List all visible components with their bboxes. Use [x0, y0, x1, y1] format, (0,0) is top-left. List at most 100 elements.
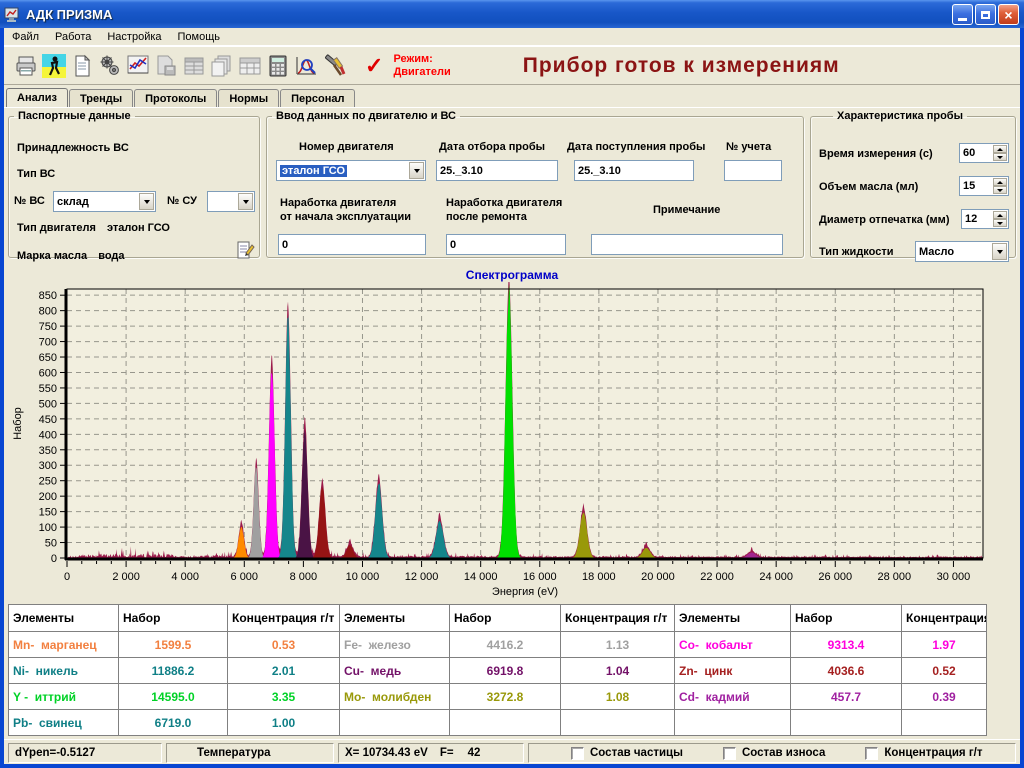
particle-composition-checkbox[interactable]: Состав частицы [571, 747, 683, 760]
spectrum-zoom-icon[interactable] [292, 52, 319, 79]
measure-time-stepper[interactable]: 60 [959, 143, 1009, 163]
element-cell: Co- кобальт [675, 632, 790, 657]
new-document-icon[interactable] [68, 52, 95, 79]
edit-note-icon[interactable] [235, 240, 255, 265]
minimize-button[interactable] [952, 4, 973, 25]
spot-diameter-value: 12 [965, 213, 977, 225]
close-button[interactable]: × [998, 4, 1019, 25]
svg-text:22 000: 22 000 [700, 571, 734, 583]
spot-diameter-stepper[interactable]: 12 [961, 209, 1009, 229]
particle-composition-label: Состав частицы [590, 747, 683, 759]
status-options-panel: Состав частицы Состав износа Концентраци… [528, 743, 1016, 763]
concentration-cell: 2.01 [228, 658, 339, 683]
element-cell: Fe- железо [340, 632, 449, 657]
engine-number-combobox[interactable]: эталон ГСО [276, 160, 426, 181]
engine-type-row: Тип двигателя эталон ГСО [17, 222, 170, 234]
report-window-icon[interactable] [180, 52, 207, 79]
checkbox-icon[interactable] [571, 747, 584, 760]
results-column-header: Концентрация г/т [561, 605, 674, 631]
num-su-label: № СУ [167, 195, 197, 207]
results-column-header: Элементы [340, 605, 449, 631]
liquid-type-combobox[interactable]: Масло [915, 241, 1009, 262]
save-report-icon[interactable] [152, 52, 179, 79]
calculator-icon[interactable] [264, 52, 291, 79]
date-receive-input[interactable]: 25._3.10 [574, 160, 694, 181]
note-label: Примечание [653, 204, 720, 216]
num-vs-label: № ВС [14, 195, 45, 207]
chevron-down-icon[interactable] [409, 162, 424, 179]
copies-icon[interactable] [208, 52, 235, 79]
spin-down-icon[interactable] [993, 219, 1007, 227]
status-param-panel: dYpen=-0.5127 [8, 743, 162, 763]
num-su-combobox[interactable] [207, 191, 255, 212]
menu-settings[interactable]: Настройка [99, 30, 169, 44]
spin-down-icon[interactable] [993, 153, 1007, 161]
menu-work[interactable]: Работа [47, 30, 99, 44]
spin-up-icon[interactable] [993, 178, 1007, 186]
menu-file[interactable]: Файл [4, 30, 47, 44]
hours-repair-input[interactable]: 0 [446, 234, 566, 255]
concentration-cell: 1.97 [902, 632, 986, 657]
checkbox-icon[interactable] [723, 747, 736, 760]
hours-total-value: 0 [282, 239, 288, 251]
mode-value: Двигатели [393, 66, 450, 79]
chevron-down-icon[interactable] [238, 193, 253, 210]
hours-repair-label-line1: Наработка двигателя [446, 197, 562, 209]
results-column-header: Концентрация г/т [228, 605, 339, 631]
spin-down-icon[interactable] [993, 186, 1007, 194]
trend-chart-icon[interactable] [124, 52, 151, 79]
account-number-input[interactable] [724, 160, 782, 181]
num-vs-combobox[interactable]: склад [53, 191, 156, 212]
concentration-cell [902, 710, 986, 735]
svg-text:300: 300 [39, 460, 57, 472]
svg-text:14 000: 14 000 [464, 571, 498, 583]
element-cell: Mn- марганец [9, 632, 118, 657]
concentration-cell: 1.00 [228, 710, 339, 735]
oil-volume-label: Объем масла (мл) [819, 181, 918, 193]
svg-text:0: 0 [51, 553, 57, 565]
svg-text:0: 0 [64, 571, 70, 583]
gears-icon[interactable] [96, 52, 123, 79]
svg-text:850: 850 [39, 290, 57, 302]
chevron-down-icon[interactable] [992, 243, 1007, 260]
svg-text:400: 400 [39, 429, 57, 441]
tab-protocols[interactable]: Протоколы [134, 89, 217, 107]
svg-text:350: 350 [39, 445, 57, 457]
svg-text:700: 700 [39, 337, 57, 349]
hours-total-input[interactable]: 0 [278, 234, 426, 255]
element-cell: Ni- никель [9, 658, 118, 683]
tab-trends[interactable]: Тренды [69, 89, 133, 107]
date-sample-input[interactable]: 25._3.10 [436, 160, 558, 181]
app-window: АДК ПРИЗМА × Файл Работа Настройка Помощ… [0, 0, 1024, 768]
tab-analysis[interactable]: Анализ [6, 88, 68, 108]
concentration-checkbox[interactable]: Концентрация г/т [865, 747, 982, 760]
results-table-group: ЭлементыНаборКонцентрация г/тCo- кобальт… [675, 605, 986, 735]
checkbox-icon[interactable] [865, 747, 878, 760]
num-vs-value: склад [57, 196, 89, 208]
oil-brand-value: вода [98, 250, 124, 262]
hours-total-label-line1: Наработка двигателя [280, 197, 396, 209]
wear-composition-checkbox[interactable]: Состав износа [723, 747, 825, 760]
spin-up-icon[interactable] [993, 145, 1007, 153]
table-icon[interactable] [236, 52, 263, 79]
oil-volume-stepper[interactable]: 15 [959, 176, 1009, 196]
svg-text:800: 800 [39, 306, 57, 318]
sample-props-title: Характеристика пробы [833, 110, 967, 122]
tab-norms[interactable]: Нормы [218, 89, 279, 107]
run-measurement-icon[interactable] [40, 52, 67, 79]
maximize-button[interactable] [975, 4, 996, 25]
spin-up-icon[interactable] [993, 211, 1007, 219]
oil-brand-row: Марка масла вода [17, 250, 125, 262]
menu-help[interactable]: Помощь [170, 30, 229, 44]
chevron-down-icon[interactable] [139, 193, 154, 210]
tab-personnel[interactable]: Персонал [280, 89, 355, 107]
svg-text:12 000: 12 000 [405, 571, 439, 583]
spectrogram-plot[interactable]: 0501001502002503003504004505005506006507… [8, 282, 1016, 600]
nabor-cell: 457.7 [791, 684, 901, 709]
mode-label: Режим: [393, 53, 450, 66]
tools-icon[interactable] [320, 52, 347, 79]
engine-number-value: эталон ГСО [280, 165, 347, 177]
note-input[interactable] [591, 234, 783, 255]
print-icon[interactable] [12, 52, 39, 79]
element-cell [675, 710, 790, 735]
